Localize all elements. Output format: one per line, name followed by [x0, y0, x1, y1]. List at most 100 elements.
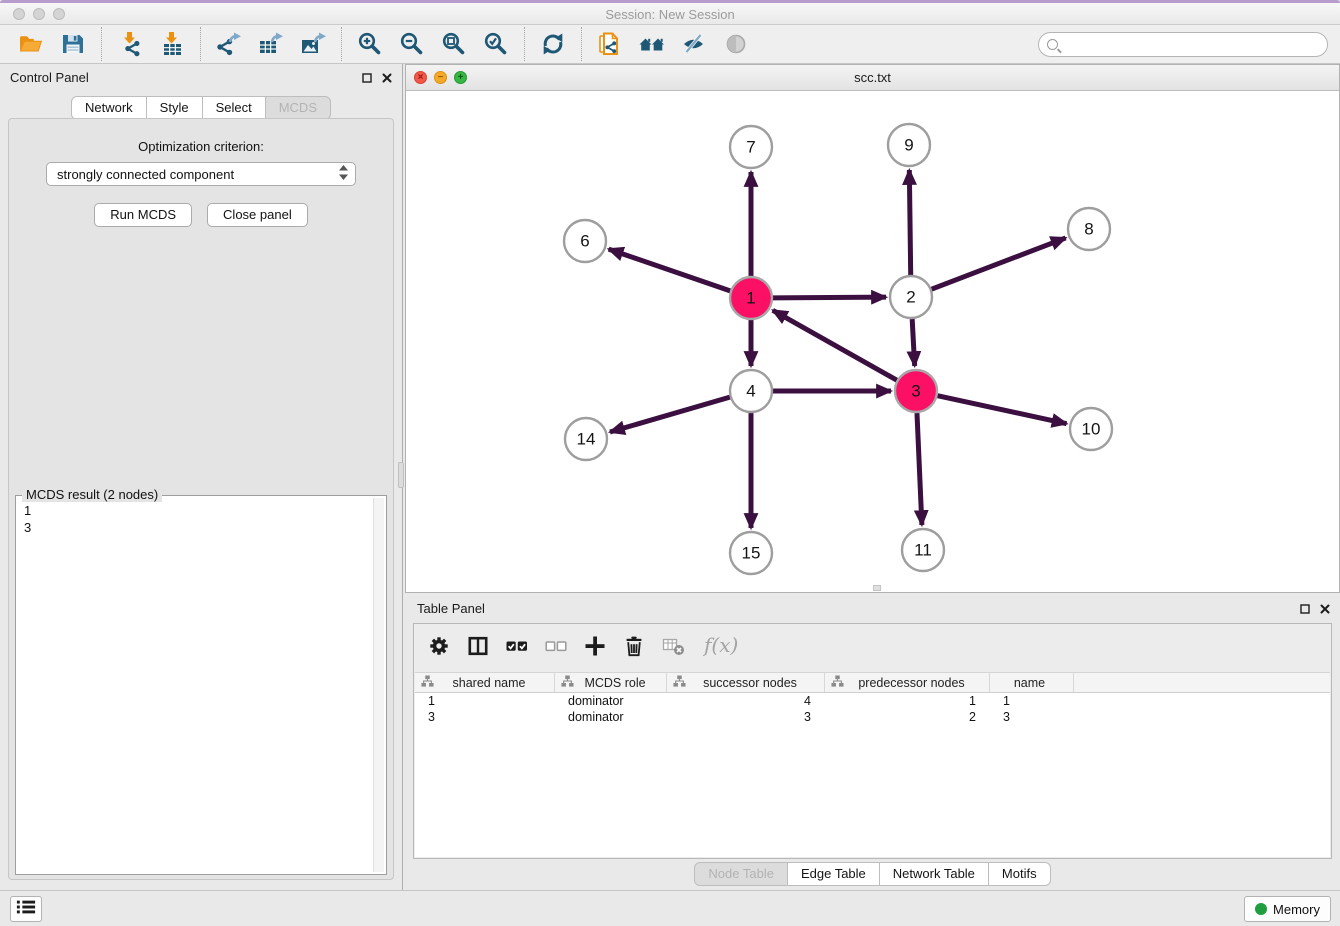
optimization-criterion-select[interactable]: strongly connected component: [46, 162, 356, 186]
node-10[interactable]: 10: [1070, 408, 1112, 450]
search-box[interactable]: [1038, 32, 1328, 57]
node-2[interactable]: 2: [890, 276, 932, 318]
refresh-layout-button[interactable]: [540, 31, 566, 57]
save-session-icon: [60, 31, 86, 57]
tab-style[interactable]: Style: [147, 96, 203, 120]
node-4[interactable]: 4: [730, 370, 772, 412]
memory-label: Memory: [1273, 902, 1320, 917]
tab-network[interactable]: Network: [71, 96, 147, 120]
table-row[interactable]: 3dominator323: [415, 709, 1330, 725]
tab-node-table[interactable]: Node Table: [694, 862, 788, 886]
split-view-button[interactable]: [467, 635, 489, 657]
select-all-icon: [506, 635, 528, 657]
table-body: 1dominator4113dominator323: [415, 693, 1330, 725]
float-table-panel-icon[interactable]: [1300, 601, 1310, 619]
node-3[interactable]: 3: [895, 370, 937, 412]
tab-motifs[interactable]: Motifs: [989, 862, 1051, 886]
open-session-button[interactable]: [18, 31, 44, 57]
export-image-button[interactable]: [300, 31, 326, 57]
table-cell: 3: [990, 709, 1074, 725]
search-input[interactable]: [1058, 37, 1327, 51]
duplicate-network-button[interactable]: [597, 31, 623, 57]
result-scrollbar[interactable]: [373, 498, 384, 872]
edge-4-14[interactable]: [610, 397, 730, 432]
select-all-button[interactable]: [506, 635, 528, 657]
tab-network-table[interactable]: Network Table: [880, 862, 989, 886]
svg-text:6: 6: [580, 232, 589, 251]
network-canvas[interactable]: 7 9 6 8 1 2 4 3 14 10 15 11: [406, 91, 1339, 592]
run-mcds-button[interactable]: Run MCDS: [94, 203, 192, 227]
control-panel-title: Control Panel: [10, 70, 89, 85]
home-button[interactable]: [639, 31, 665, 57]
table-cell: 1: [825, 693, 990, 709]
table-settings-button[interactable]: [428, 635, 450, 657]
edge-1-6[interactable]: [609, 249, 731, 291]
node-6[interactable]: 6: [564, 220, 606, 262]
zoom-out-button[interactable]: [399, 31, 425, 57]
column-header-name[interactable]: name: [990, 673, 1074, 692]
eye-disabled-button[interactable]: [723, 31, 749, 57]
export-network-button[interactable]: [216, 31, 242, 57]
task-history-button[interactable]: [10, 896, 42, 922]
edge-3-10[interactable]: [937, 396, 1066, 424]
column-header-predecessor-nodes[interactable]: predecessor nodes: [825, 673, 990, 692]
node-7[interactable]: 7: [730, 126, 772, 168]
import-network-button[interactable]: [117, 31, 143, 57]
edge-3-1[interactable]: [773, 310, 897, 380]
node-9[interactable]: 9: [888, 124, 930, 166]
zoom-selected-button[interactable]: [483, 31, 509, 57]
zoom-in-button[interactable]: [357, 31, 383, 57]
memory-status-icon: [1255, 903, 1267, 915]
edge-3-11[interactable]: [917, 413, 922, 525]
close-panel-icon[interactable]: [382, 70, 392, 88]
deselect-all-icon: [545, 635, 567, 657]
edge-1-2[interactable]: [773, 297, 886, 298]
export-network-icon: [216, 31, 242, 57]
svg-text:14: 14: [577, 430, 596, 449]
export-table-button[interactable]: [258, 31, 284, 57]
tab-mcds[interactable]: MCDS: [266, 96, 331, 120]
zoom-fit-button[interactable]: [441, 31, 467, 57]
table-row[interactable]: 1dominator411: [415, 693, 1330, 709]
list-icon: [15, 897, 37, 922]
edge-2-8[interactable]: [932, 238, 1066, 289]
close-panel-button[interactable]: Close panel: [207, 203, 308, 227]
hide-panels-button[interactable]: [681, 31, 707, 57]
close-table-panel-icon[interactable]: [1320, 601, 1330, 619]
column-header-shared-name[interactable]: shared name: [415, 673, 555, 692]
table-toolbar: f(x): [414, 624, 1331, 668]
split-view-icon: [467, 635, 489, 657]
import-table-button[interactable]: [159, 31, 185, 57]
add-column-button[interactable]: [584, 635, 606, 657]
float-panel-icon[interactable]: [362, 70, 372, 88]
column-header-successor-nodes[interactable]: successor nodes: [667, 673, 825, 692]
node-1[interactable]: 1: [730, 277, 772, 319]
table-cell: 1: [990, 693, 1074, 709]
optimization-criterion-label: Optimization criterion:: [9, 139, 393, 154]
column-header-MCDS-role[interactable]: MCDS role: [555, 673, 667, 692]
node-15[interactable]: 15: [730, 532, 772, 574]
apply-function-button: f(x): [703, 634, 737, 658]
mcds-result-text[interactable]: 13: [18, 498, 372, 872]
canvas-splitter-handle[interactable]: [873, 585, 881, 591]
network-window-title: scc.txt: [406, 70, 1339, 85]
svg-text:10: 10: [1082, 420, 1101, 439]
edge-2-9[interactable]: [909, 170, 910, 275]
save-session-button[interactable]: [60, 31, 86, 57]
node-11[interactable]: 11: [902, 529, 944, 571]
apply-function-icon: f(x): [703, 634, 737, 658]
toolbar-separator: [581, 27, 582, 61]
deselect-all-button[interactable]: [545, 635, 567, 657]
panel-splitter-handle[interactable]: [398, 462, 404, 488]
tab-select[interactable]: Select: [203, 96, 266, 120]
edge-2-3[interactable]: [912, 319, 915, 366]
table-settings-icon: [428, 635, 450, 657]
svg-text:7: 7: [746, 138, 755, 157]
network-window-titlebar[interactable]: × − + scc.txt: [406, 65, 1339, 91]
tab-edge-table[interactable]: Edge Table: [788, 862, 880, 886]
main-toolbar: [0, 25, 1340, 64]
delete-column-button[interactable]: [623, 635, 645, 657]
memory-button[interactable]: Memory: [1244, 896, 1331, 922]
node-14[interactable]: 14: [565, 418, 607, 460]
node-8[interactable]: 8: [1068, 208, 1110, 250]
